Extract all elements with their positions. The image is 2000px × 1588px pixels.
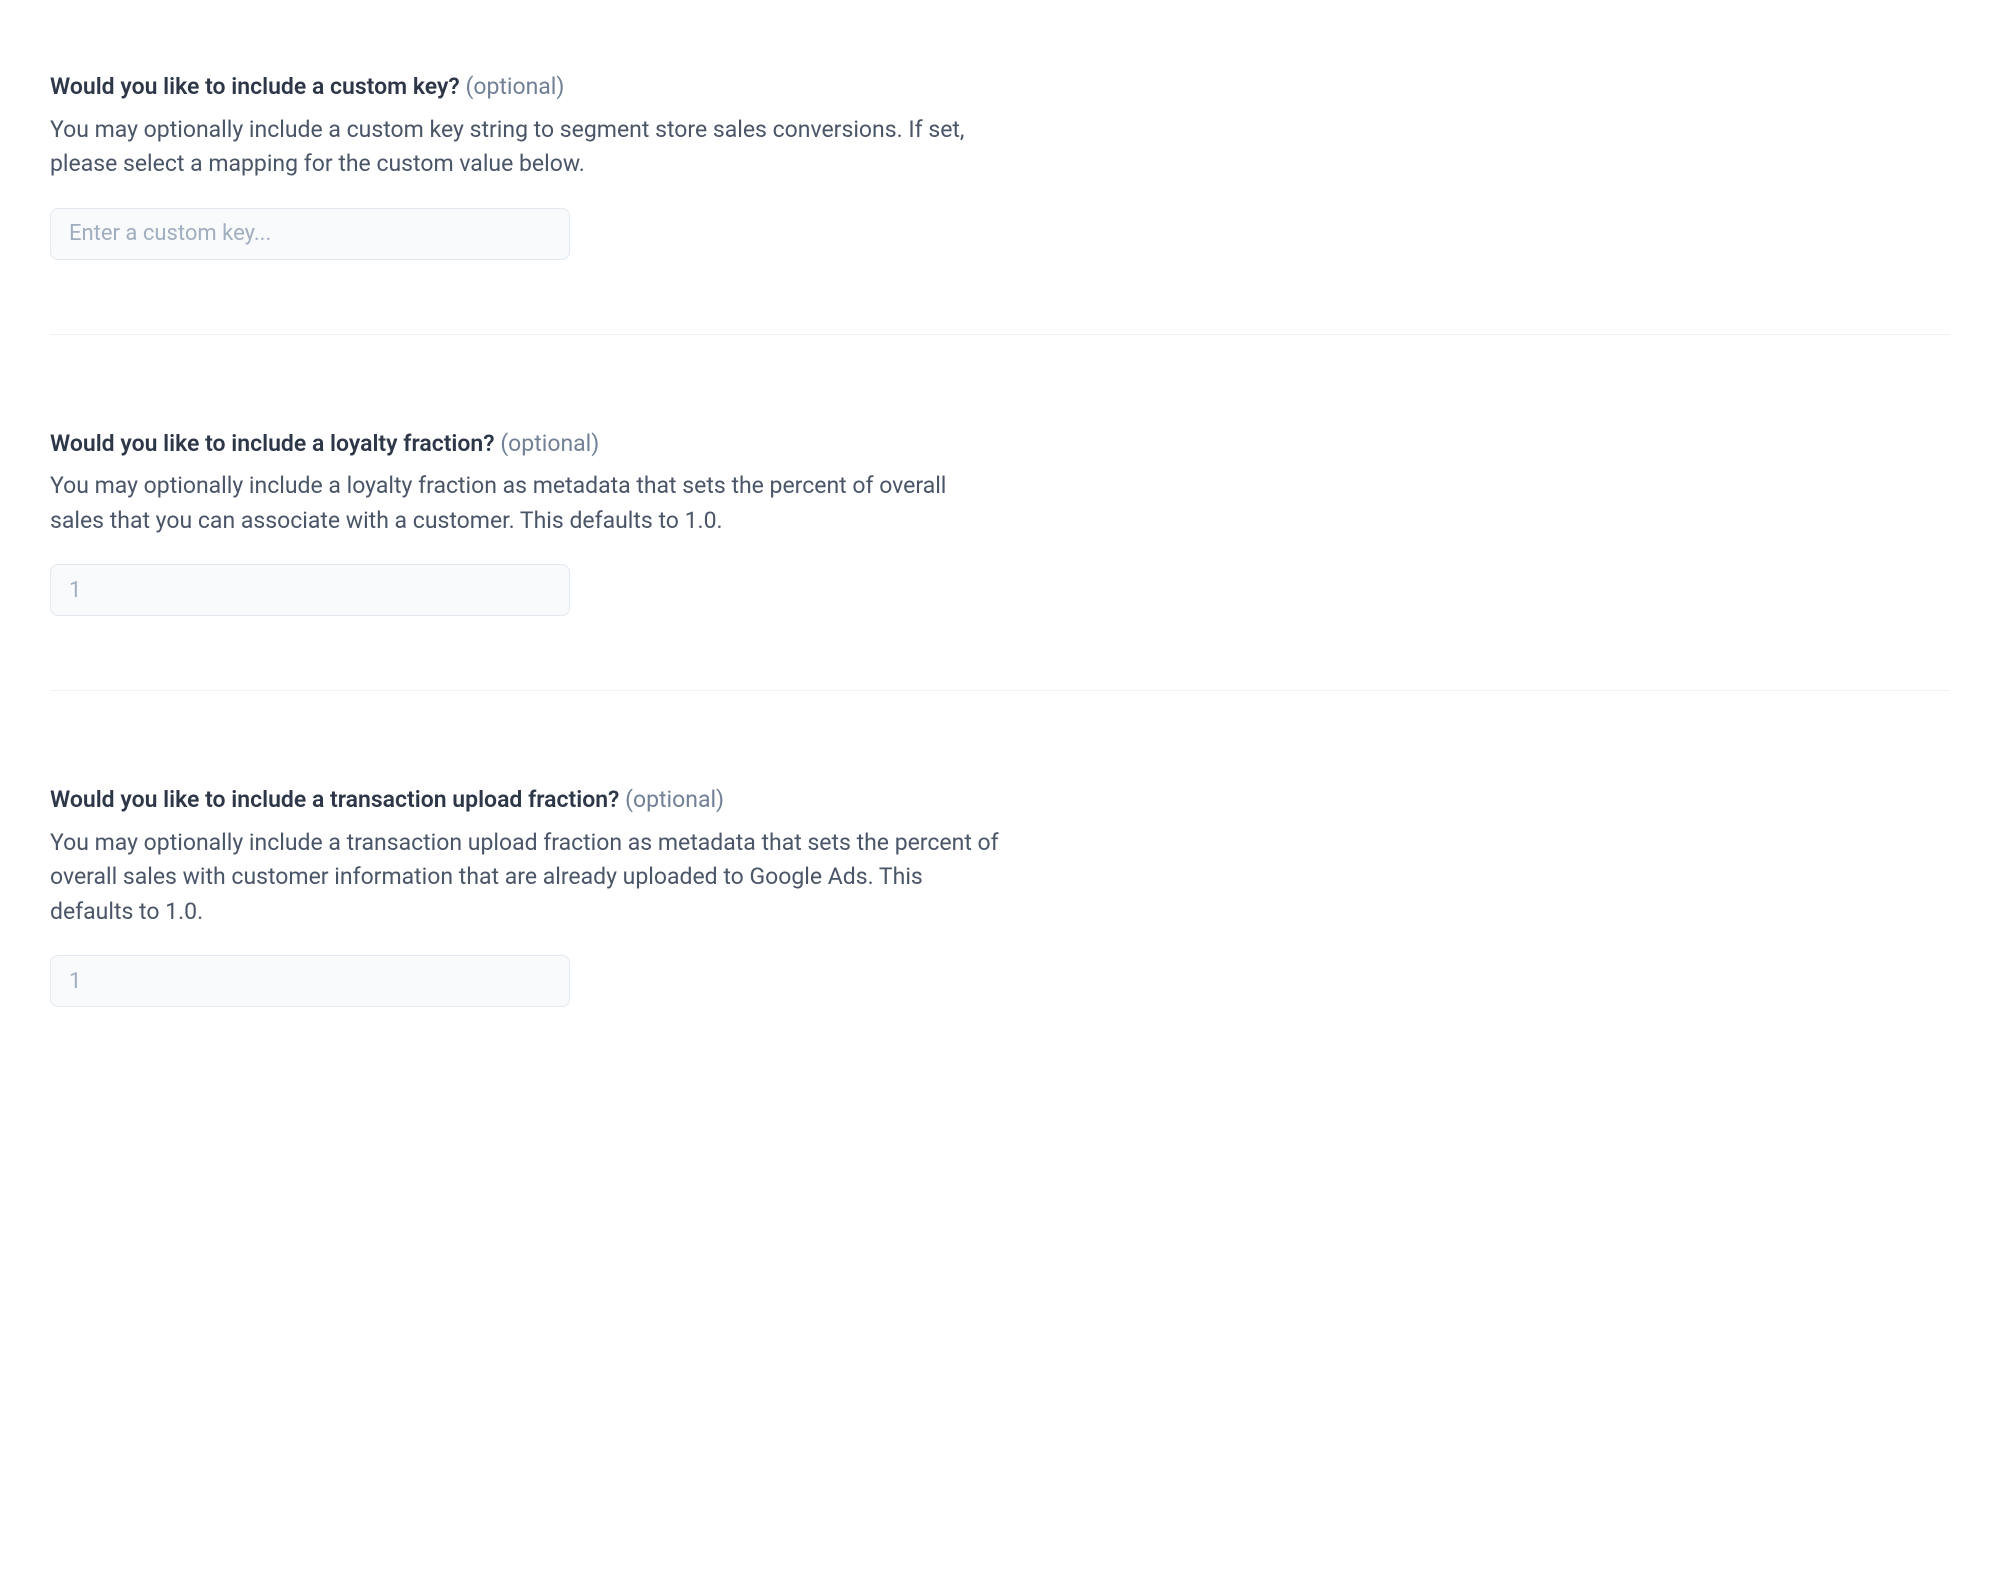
custom-key-question: Would you like to include a custom key? … <box>50 70 1200 105</box>
loyalty-fraction-description: You may optionally include a loyalty fra… <box>50 469 1000 538</box>
loyalty-fraction-question: Would you like to include a loyalty frac… <box>50 427 1200 462</box>
custom-key-question-text: Would you like to include a custom key? <box>50 73 460 100</box>
loyalty-fraction-optional-tag: (optional) <box>500 430 599 457</box>
loyalty-fraction-question-text: Would you like to include a loyalty frac… <box>50 430 495 457</box>
transaction-fraction-input[interactable] <box>50 955 570 1007</box>
divider <box>50 690 1950 691</box>
custom-key-section: Would you like to include a custom key? … <box>50 70 1200 260</box>
transaction-fraction-question-text: Would you like to include a transaction … <box>50 786 619 813</box>
custom-key-description: You may optionally include a custom key … <box>50 113 1000 182</box>
transaction-fraction-question: Would you like to include a transaction … <box>50 783 1200 818</box>
loyalty-fraction-input[interactable] <box>50 564 570 616</box>
divider <box>50 334 1950 335</box>
transaction-fraction-description: You may optionally include a transaction… <box>50 826 1000 930</box>
transaction-fraction-section: Would you like to include a transaction … <box>50 783 1200 1007</box>
transaction-fraction-optional-tag: (optional) <box>625 786 724 813</box>
custom-key-optional-tag: (optional) <box>465 73 564 100</box>
loyalty-fraction-section: Would you like to include a loyalty frac… <box>50 427 1200 617</box>
custom-key-input[interactable] <box>50 208 570 260</box>
